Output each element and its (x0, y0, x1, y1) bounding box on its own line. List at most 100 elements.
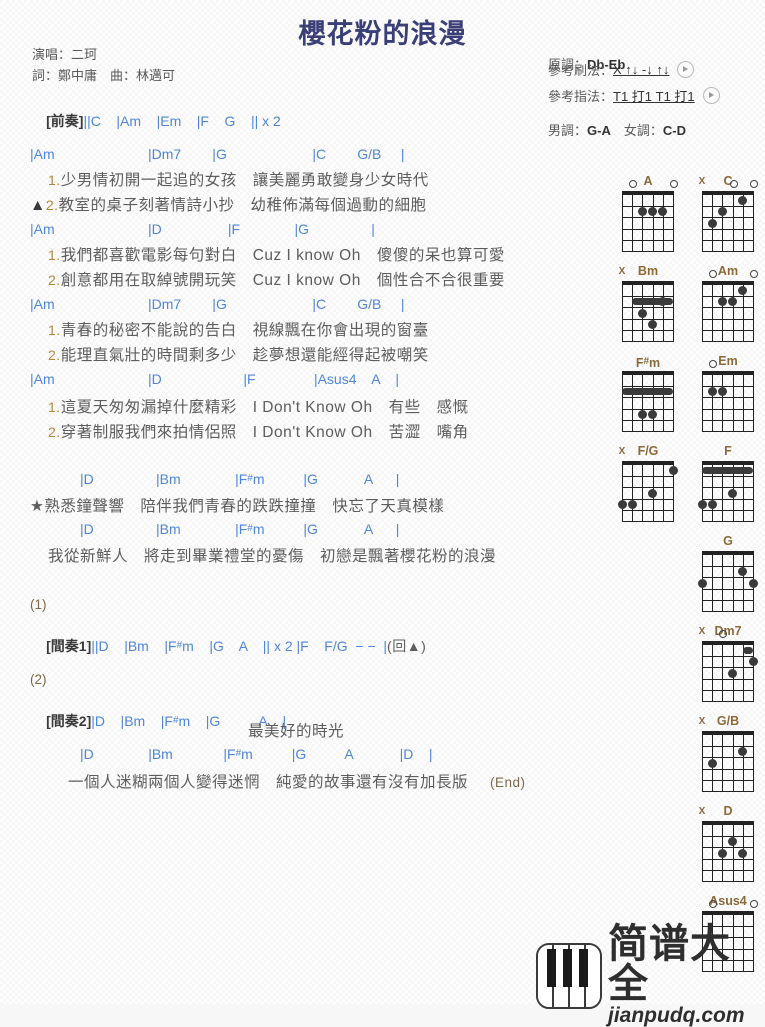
finger-dot (748, 657, 758, 667)
finger-dot (707, 758, 717, 768)
interlude1-label: [間奏1] (46, 638, 92, 654)
fretboard (697, 461, 754, 522)
fretboard (697, 551, 758, 612)
chorus-lyric: 我從新鮮人 將走到畢業禮堂的憂傷 初戀是飄著櫻花粉的浪漫 (48, 548, 497, 565)
verse-number: 1. (48, 172, 61, 188)
barre-marker (742, 647, 753, 655)
verse-number: 1. (48, 399, 61, 415)
chord-diagram-gb: G/B X (692, 714, 764, 792)
finger-dot (728, 488, 738, 498)
verse-number: 1. (48, 322, 61, 338)
chord-diagram-am: Am (692, 264, 764, 342)
finger-dot (717, 848, 727, 858)
fretboard (622, 180, 678, 252)
section-chords: |Am |D |F |G | (30, 221, 375, 237)
muted-string-marker: X (618, 446, 626, 457)
section-chords: |Am |Dm7 |G |C G/B | (30, 296, 405, 312)
ending-lyric: 一個人迷糊兩個人變得迷惘 純愛的故事還有沒有加長版 (End) (68, 770, 526, 792)
fretboard: X (699, 176, 758, 252)
piano-keys-icon (536, 942, 602, 1009)
fretboard (702, 270, 758, 342)
section-chords: |Am |D |F |Asus4 A | (30, 371, 400, 387)
strum-pattern-value: X ↑↓ -↓ ↑↓ (613, 62, 670, 77)
chorus-lyric: ★熟悉鐘聲響 陪伴我們青春的跌跌撞撞 快忘了天真模樣 (30, 498, 445, 515)
play-icon[interactable] (677, 61, 695, 78)
finger-dot (697, 578, 707, 588)
byline: 演唱：二珂 詞：鄭中庸 曲：林邁可 (32, 44, 175, 86)
chord-diagram-dm7: Dm7 X (692, 624, 764, 702)
play-icon[interactable] (702, 87, 720, 104)
male-key-label: 男調： (548, 123, 588, 138)
barre-marker (622, 388, 673, 396)
lyric-text: 穿著制服我們來拍情侶照 I Don't Know Oh 苦澀 嘴角 (60, 424, 469, 441)
chord-diagram-d: DX (692, 804, 764, 882)
finger-dot (637, 409, 647, 419)
chord-name: Em (718, 354, 738, 368)
open-string-marker (750, 900, 758, 908)
fretboard (702, 360, 754, 432)
lyric-line: 1.我們都喜歡電影每句對白 Cuz I know Oh 傻傻的呆也算可愛 (48, 243, 505, 265)
lyric-line: 2.穿著制服我們來拍情侶照 I Don't Know Oh 苦澀 嘴角 (48, 420, 469, 442)
muted-string-marker: X (698, 176, 706, 187)
interlude1-marker: (1) (30, 597, 47, 612)
finger-dot (707, 499, 717, 509)
fretboard: X (617, 446, 678, 522)
finger-pattern-value: T1 打1 T1 打1 (613, 89, 695, 104)
strum-pattern-row: 參考刷法： X ↑↓ -↓ ↑↓ (548, 60, 695, 79)
finger-dot (617, 499, 627, 509)
fretboard: X (699, 626, 758, 702)
chord-name: F (724, 444, 732, 458)
chord-name: F#m (635, 356, 661, 370)
open-string-marker (670, 180, 678, 188)
open-string-marker (750, 180, 758, 188)
lyric-text: 能理直氣壯的時間剩多少 趁夢想還能經得起被嘲笑 (60, 347, 429, 364)
finger-dot (648, 488, 658, 498)
interlude2-lyric: 最美好的時光 (248, 723, 345, 740)
lyric-line: 1.青春的秘密不能說的告白 視線飄在你會出現的窗臺 (48, 318, 429, 340)
finger-pattern-label: 參考指法： (548, 89, 614, 104)
finger-dot (707, 387, 717, 397)
female-key-value: C-D (662, 123, 686, 138)
male-key-value: G-A (587, 123, 611, 138)
verse-number: 2. (48, 272, 61, 288)
chorus-chords: |D |Bm |F#m |G A | (80, 521, 400, 537)
fretboard (622, 371, 674, 432)
chord-diagram-a: A (612, 174, 684, 252)
strum-pattern-label: 參考刷法： (548, 63, 614, 78)
chord-diagram-fm: F#m (612, 354, 684, 432)
lyric-text: 這夏天匆匆漏掉什麼精彩 I Don't Know Oh 有些 感慨 (60, 399, 469, 416)
lyric-line: ▲2.教室的桌子刻著情詩小抄 幼稚佈滿每個過動的細胞 (30, 193, 427, 215)
barre-marker (702, 467, 753, 475)
finger-dot (627, 499, 637, 509)
chord-diagram-em: Em (692, 354, 764, 432)
fretboard: X (699, 806, 754, 882)
chord-diagram-fg: F/G X (612, 444, 684, 522)
muted-string-marker: X (618, 266, 626, 277)
interlude1-row: [間奏1]||D |Bm |F#m |G A || x 2 |F F/G − −… (30, 620, 426, 672)
finger-dot (728, 668, 738, 678)
ending-chords: |D |Bm |F#m |G A |D | (80, 746, 433, 762)
chord-diagram-c: CX (692, 174, 764, 252)
finger-dot (738, 848, 748, 858)
verse-number: 2. (48, 424, 61, 440)
muted-string-marker: X (698, 806, 706, 817)
lyric-line: 2.創意都用在取綽號開玩笑 Cuz I know Oh 個性合不合很重要 (48, 268, 505, 290)
lyric-line: 1.少男情初開一起追的女孩 讓美麗勇敢變身少女時代 (48, 168, 429, 190)
fretboard: X (619, 266, 674, 342)
lyric-line: 1.這夏天匆匆漏掉什麼精彩 I Don't Know Oh 有些 感慨 (48, 395, 469, 417)
verse-number: 2. (45, 197, 59, 213)
section-chords: |Am |Dm7 |G |C G/B | (30, 146, 405, 162)
interlude2-marker: (2) (30, 672, 47, 687)
finger-dot (648, 319, 658, 329)
lyric-text: 創意都用在取綽號開玩笑 Cuz I know Oh 個性合不合很重要 (60, 272, 505, 289)
chord-diagram-f: F (692, 444, 764, 522)
fretboard: X (699, 716, 754, 792)
finger-dot (668, 466, 678, 476)
chorus-chords: |D |Bm |F#m |G A | (80, 471, 400, 487)
lyric-text: 青春的秘密不能說的告白 視線飄在你會出現的窗臺 (60, 322, 429, 339)
chord-name: G (723, 534, 733, 548)
watermark-cn: 简谱大全 (608, 922, 731, 1006)
section-marker: ▲ (30, 197, 46, 214)
intro-label: [前奏] (46, 113, 84, 129)
chord-diagram-g: G (692, 534, 764, 612)
